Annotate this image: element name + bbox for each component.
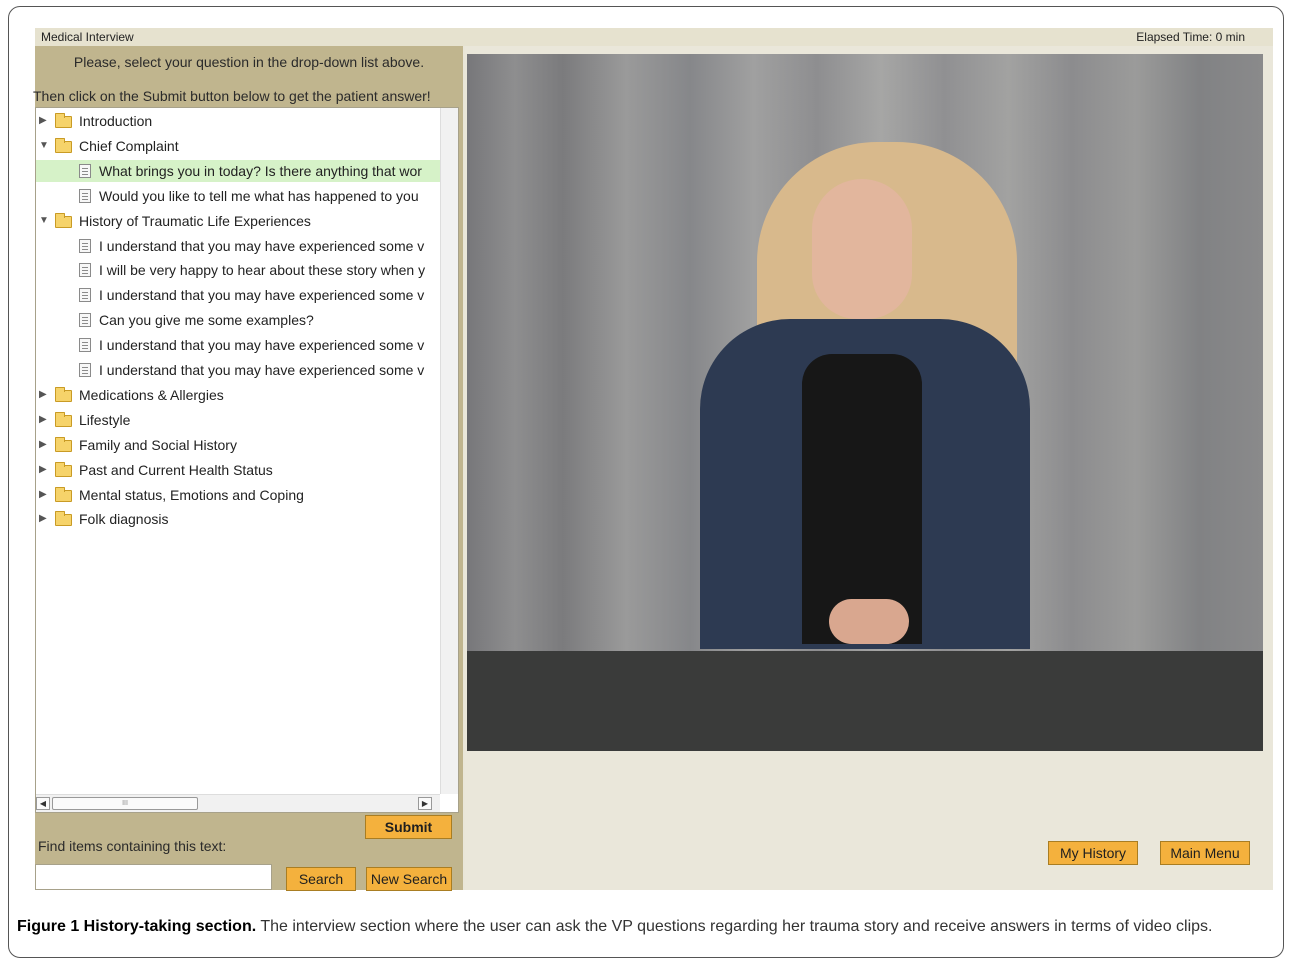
- collapsed-triangle-icon[interactable]: ▶: [39, 409, 47, 431]
- my-history-button[interactable]: My History: [1048, 841, 1138, 865]
- folder-icon: [55, 511, 72, 527]
- tree-category[interactable]: ▼ Chief Complaint: [36, 135, 440, 157]
- folder-icon: [55, 436, 72, 452]
- tree-question[interactable]: I understand that you may have experienc…: [36, 284, 440, 306]
- desk: [467, 651, 1263, 751]
- document-icon: [79, 163, 91, 178]
- tree-item-label: I understand that you may have experienc…: [99, 287, 425, 304]
- open-folder-icon: [55, 212, 72, 228]
- tree-item-label: Family and Social History: [79, 436, 237, 453]
- figure-caption: Figure 1 History-taking section. The int…: [17, 915, 1272, 939]
- tree-item-label: Chief Complaint: [79, 137, 179, 154]
- tree-item-label: History of Traumatic Life Experiences: [79, 212, 311, 229]
- search-input[interactable]: [35, 864, 272, 890]
- tree-item-label: I understand that you may have experienc…: [99, 362, 425, 378]
- tree-question[interactable]: Can you give me some examples?: [36, 309, 440, 331]
- patient-face: [812, 179, 912, 319]
- tree-question[interactable]: I understand that you may have experienc…: [36, 359, 440, 381]
- tree-item-label: Introduction: [79, 113, 153, 129]
- expanded-triangle-icon[interactable]: ▼: [39, 135, 49, 157]
- document-icon: [79, 338, 91, 353]
- scroll-right-arrow-icon[interactable]: ▶: [418, 797, 432, 810]
- expanded-triangle-icon[interactable]: ▼: [39, 210, 49, 232]
- tree-category[interactable]: ▶ Medications & Allergies: [36, 384, 440, 406]
- title-bar: Medical Interview Elapsed Time: 0 min: [35, 28, 1273, 46]
- scroll-left-arrow-icon[interactable]: ◀: [36, 797, 50, 810]
- instruction-line-1: Please, select your question in the drop…: [73, 54, 425, 70]
- vertical-scrollbar[interactable]: [440, 108, 458, 794]
- find-label: Find items containing this text:: [38, 838, 227, 854]
- tree-question[interactable]: I understand that you may have experienc…: [36, 334, 440, 356]
- tree-item-label: Mental status, Emotions and Coping: [79, 486, 304, 503]
- folder-icon: [55, 386, 72, 402]
- collapsed-triangle-icon[interactable]: ▶: [39, 110, 47, 132]
- tree-question[interactable]: What brings you in today? Is there anyth…: [36, 159, 440, 182]
- tree-item-label: Past and Current Health Status: [79, 461, 273, 478]
- tree-category[interactable]: ▶ Past and Current Health Status: [36, 459, 440, 481]
- tree-category[interactable]: ▶ Lifestyle: [36, 409, 440, 431]
- new-search-button[interactable]: New Search: [366, 867, 452, 891]
- tree-question[interactable]: I understand that you may have experienc…: [36, 235, 440, 257]
- collapsed-triangle-icon[interactable]: ▶: [39, 384, 47, 406]
- document-icon: [79, 188, 91, 203]
- document-icon: [79, 363, 91, 377]
- tree-rows: ▶ Introduction ▼ Chief Complaint What brings…: [36, 108, 440, 794]
- folder-icon: [55, 411, 72, 427]
- tree-item-label: I will be very happy to hear about these…: [99, 262, 426, 279]
- patient-hands: [829, 599, 909, 644]
- tree-category[interactable]: ▼ History of Traumatic Life Experiences: [36, 210, 440, 232]
- search-button[interactable]: Search: [286, 867, 356, 891]
- question-tree[interactable]: ▶ Introduction ▼ Chief Complaint What brings…: [35, 107, 459, 813]
- folder-icon: [55, 461, 72, 477]
- folder-icon: [55, 486, 72, 502]
- tree-item-label: Folk diagnosis: [79, 511, 169, 528]
- submit-button[interactable]: Submit: [365, 815, 452, 839]
- tree-item-label: Lifestyle: [79, 411, 131, 428]
- tree-category[interactable]: ▶ Mental status, Emotions and Coping: [36, 484, 440, 506]
- document-icon: [79, 313, 91, 328]
- caption-text: The interview section where the user can…: [256, 918, 1213, 935]
- question-panel: Please, select your question in the drop…: [33, 46, 463, 891]
- tree-item-label: I understand that you may have experienc…: [99, 337, 425, 354]
- elapsed-time: Elapsed Time: 0 min: [1136, 30, 1245, 44]
- document-icon: [79, 263, 91, 278]
- tree-item-label: Would you like to tell me what has happe…: [99, 187, 419, 204]
- main-menu-button[interactable]: Main Menu: [1160, 841, 1250, 865]
- video-panel: My History Main Menu: [465, 46, 1273, 890]
- medical-interview-app: Medical Interview Elapsed Time: 0 min Pl…: [33, 28, 1273, 891]
- tree-category[interactable]: ▶ Introduction: [36, 110, 440, 132]
- tree-item-label: What brings you in today? Is there anyth…: [99, 162, 422, 179]
- app-title: Medical Interview: [41, 30, 134, 44]
- collapsed-triangle-icon[interactable]: ▶: [39, 459, 47, 481]
- tree-item-label: Medications & Allergies: [79, 386, 224, 403]
- tree-category[interactable]: ▶ Folk diagnosis: [36, 508, 440, 530]
- tree-question[interactable]: Would you like to tell me what has happe…: [36, 185, 440, 207]
- instruction-line-2: Then click on the Submit button below to…: [33, 88, 431, 104]
- collapsed-triangle-icon[interactable]: ▶: [39, 484, 47, 506]
- folder-icon: [55, 113, 72, 128]
- collapsed-triangle-icon[interactable]: ▶: [39, 508, 47, 530]
- horizontal-scrollbar[interactable]: ◀ III ▶: [36, 794, 440, 812]
- collapsed-triangle-icon[interactable]: ▶: [39, 434, 47, 456]
- horizontal-scroll-thumb[interactable]: III: [52, 797, 198, 810]
- caption-title: Figure 1 History-taking section.: [17, 918, 257, 935]
- document-icon: [79, 288, 91, 303]
- open-folder-icon: [55, 137, 72, 153]
- tree-item-label: Can you give me some examples?: [99, 312, 314, 329]
- tree-question[interactable]: I will be very happy to hear about these…: [36, 259, 440, 281]
- tree-category[interactable]: ▶ Family and Social History: [36, 434, 440, 456]
- tree-item-label: I understand that you may have experienc…: [99, 237, 425, 254]
- patient-video: [467, 54, 1263, 751]
- document-icon: [79, 238, 91, 253]
